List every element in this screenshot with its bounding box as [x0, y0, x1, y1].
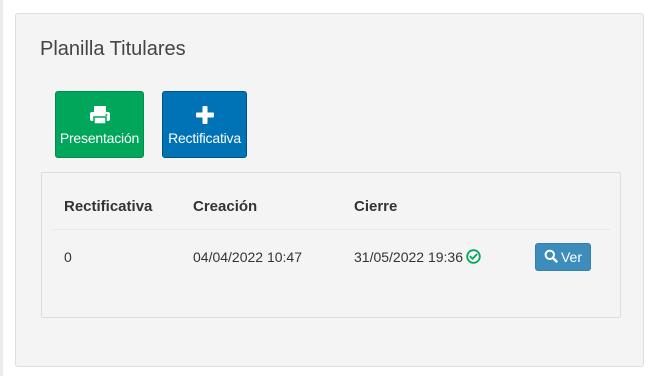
- panel-title: Planilla Titulares: [40, 38, 186, 60]
- header-creacion: Creación: [193, 198, 258, 215]
- header-rectificativa: Rectificativa: [64, 198, 153, 215]
- presentacion-label: Presentación: [59, 129, 140, 146]
- header-cierre: Cierre: [354, 198, 398, 215]
- cell-cierre-value: 31/05/2022 19:36: [354, 249, 463, 265]
- rectificativa-button[interactable]: Rectificativa: [162, 91, 247, 158]
- cell-rectificativa: 0: [64, 249, 72, 265]
- check-circle-icon: [466, 249, 481, 264]
- rectificativas-table: Rectificativa Creación Cierre 0 04/04/20…: [41, 172, 621, 318]
- cell-cierre: 31/05/2022 19:36: [354, 249, 481, 265]
- header-divider: [52, 229, 610, 230]
- rectificativa-label: Rectificativa: [168, 129, 241, 146]
- planilla-panel: Planilla Titulares Presentación Rectific…: [15, 13, 644, 367]
- print-icon: [89, 104, 111, 126]
- ver-label: Ver: [560, 249, 582, 265]
- presentacion-button[interactable]: Presentación: [55, 91, 144, 158]
- ver-button[interactable]: Ver: [535, 243, 591, 271]
- cell-creacion: 04/04/2022 10:47: [193, 249, 302, 265]
- plus-icon: [195, 104, 215, 126]
- search-icon: [544, 249, 558, 266]
- page-left-border: [0, 0, 3, 376]
